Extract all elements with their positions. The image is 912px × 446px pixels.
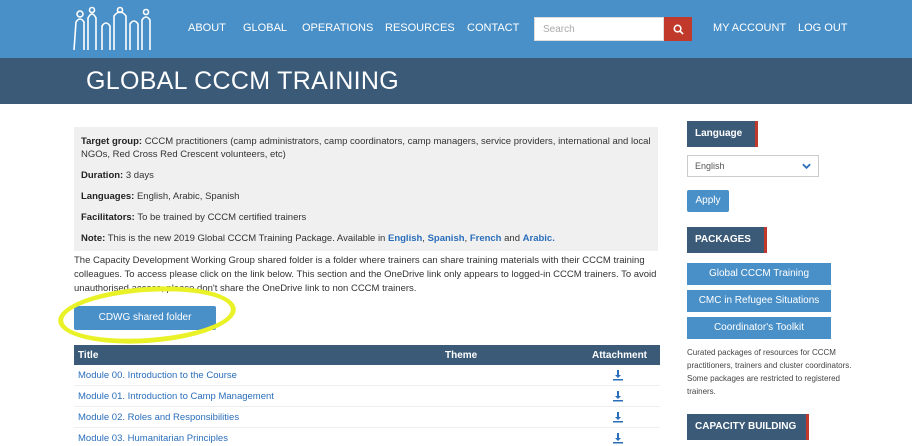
table-row: Module 01. Introduction to Camp Manageme… — [74, 387, 660, 407]
nav-my-account[interactable]: MY ACCOUNT — [713, 22, 786, 34]
duration: Duration: 3 days — [81, 169, 154, 182]
apply-button[interactable]: Apply — [687, 190, 729, 212]
nav-about[interactable]: ABOUT — [188, 22, 226, 34]
nav-resources[interactable]: RESOURCES — [385, 22, 455, 34]
facilitators-label: Facilitators: — [81, 212, 135, 223]
download-icon[interactable] — [612, 369, 624, 381]
target-group-text: CCCM practitioners (camp administrators,… — [81, 136, 651, 160]
packages-note: Curated packages of resources for CCCM p… — [687, 348, 852, 396]
column-title: Title — [78, 350, 99, 361]
module-link[interactable]: Module 02. Roles and Responsibilities — [78, 412, 239, 423]
link-arabic[interactable]: Arabic. — [523, 233, 555, 244]
facilitators-text: To be trained by CCCM certified trainers — [137, 212, 307, 223]
nav-contact[interactable]: CONTACT — [467, 22, 519, 34]
link-french[interactable]: French — [470, 233, 502, 244]
column-theme: Theme — [445, 350, 478, 361]
download-icon[interactable] — [612, 432, 624, 444]
link-spanish[interactable]: Spanish — [428, 233, 465, 244]
duration-text: 3 days — [125, 170, 154, 181]
cccm-logo[interactable] — [70, 6, 154, 54]
nav-global[interactable]: GLOBAL — [243, 22, 287, 34]
languages-text: English, Arabic, Spanish — [136, 191, 240, 202]
languages-label: Languages: — [81, 191, 135, 202]
table-row: Module 02. Roles and Responsibilities — [74, 408, 660, 428]
download-icon[interactable] — [612, 390, 624, 402]
training-info-box: Target group: CCCM practitioners (camp a… — [74, 127, 658, 251]
note-and: and — [504, 233, 520, 244]
table-row: Module 00. Introduction to the Course — [74, 366, 660, 386]
note-label: Note: — [81, 233, 106, 244]
module-link[interactable]: Module 03. Humanitarian Principles — [78, 433, 228, 444]
chevron-down-icon — [802, 163, 811, 170]
languages: Languages: English, Arabic, Spanish — [81, 190, 239, 203]
search-input[interactable]: Search — [534, 17, 664, 41]
language-selected-value: English — [695, 161, 725, 171]
table-row: Module 03. Humanitarian Principles — [74, 429, 660, 446]
target-group: Target group: CCCM practitioners (camp a… — [81, 135, 651, 161]
target-group-label: Target group: — [81, 136, 143, 147]
nav-operations[interactable]: OPERATIONS — [302, 22, 373, 34]
page-title: GLOBAL CCCM TRAINING — [86, 67, 399, 95]
packages-heading: PACKAGES — [687, 227, 767, 253]
top-nav-bar: ABOUT GLOBAL OPERATIONS RESOURCES CONTAC… — [0, 0, 912, 58]
module-link[interactable]: Module 01. Introduction to Camp Manageme… — [78, 391, 274, 402]
duration-label: Duration: — [81, 170, 124, 181]
facilitators: Facilitators: To be trained by CCCM cert… — [81, 211, 306, 224]
package-cmc-refugee-situations[interactable]: CMC in Refugee Situations — [687, 290, 831, 312]
link-english[interactable]: English — [388, 233, 422, 244]
download-icon[interactable] — [612, 411, 624, 423]
column-attachment: Attachment — [592, 350, 648, 361]
capacity-building-heading: CAPACITY BUILDING — [687, 414, 809, 440]
module-link[interactable]: Module 00. Introduction to the Course — [78, 370, 237, 381]
package-global-cccm-training[interactable]: Global CCCM Training — [687, 263, 831, 285]
search-icon — [673, 24, 684, 35]
title-banner: GLOBAL CCCM TRAINING — [0, 58, 912, 104]
search-button[interactable] — [664, 17, 692, 41]
note: Note: This is the new 2019 Global CCCM T… — [81, 233, 555, 244]
nav-log-out[interactable]: LOG OUT — [798, 22, 848, 34]
language-select[interactable]: English — [687, 155, 819, 177]
language-heading: Language — [687, 121, 758, 147]
note-text: This is the new 2019 Global CCCM Trainin… — [107, 233, 386, 244]
table-header: Title Theme Attachment — [74, 345, 660, 365]
package-coordinators-toolkit[interactable]: Coordinator's Toolkit — [687, 317, 831, 339]
